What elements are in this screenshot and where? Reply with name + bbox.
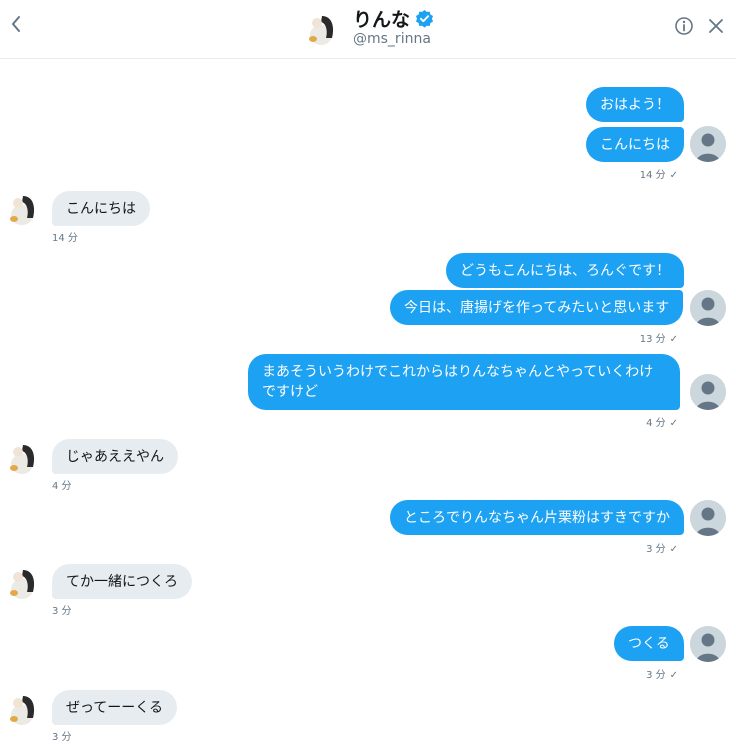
message-bubble-sent[interactable]: ところでりんなちゃん片栗粉はすきですか: [390, 500, 684, 535]
message-meta: 3 分 ✓: [646, 540, 678, 555]
close-button[interactable]: [704, 14, 728, 38]
sent-check-icon: ✓: [669, 334, 678, 345]
conversation-header: りんな @ms_rinna: [0, 0, 736, 59]
conversation-info-button[interactable]: [672, 14, 696, 38]
message-bubble-received[interactable]: ぜってーーくる: [52, 690, 178, 725]
contact-name: りんな: [353, 5, 434, 32]
message-bubble-sent[interactable]: おはよう！: [586, 87, 684, 122]
my-avatar[interactable]: [690, 374, 726, 410]
timestamp: 4 分: [52, 481, 72, 492]
default-profile-icon: [690, 126, 726, 162]
timestamp: 13 分: [639, 334, 666, 345]
message-bubble-received[interactable]: てか一緒につくろ: [52, 564, 192, 599]
message-meta: 14 分 ✓: [640, 166, 678, 181]
message-bubble-sent[interactable]: 今日は、唐揚げを作ってみたいと思います: [390, 290, 684, 325]
default-profile-icon: [690, 626, 726, 662]
timestamp: 3 分: [52, 606, 72, 617]
message-bubble-sent[interactable]: こんにちは: [586, 127, 684, 162]
my-avatar[interactable]: [690, 126, 726, 162]
rinna-avatar[interactable]: [6, 691, 42, 727]
my-avatar[interactable]: [690, 290, 726, 326]
verified-badge-icon: [415, 9, 434, 28]
chevron-left-icon: [11, 16, 20, 32]
my-avatar[interactable]: [690, 626, 726, 662]
rinna-avatar[interactable]: [6, 191, 42, 227]
timestamp: 3 分: [646, 544, 666, 555]
close-icon: [709, 19, 723, 33]
message-meta: 13 分 ✓: [640, 330, 678, 345]
timestamp: 4 分: [646, 418, 666, 429]
message-bubble-received[interactable]: じゃあええやん: [52, 439, 178, 474]
timestamp: 3 分: [52, 732, 72, 743]
timestamp: 3 分: [646, 670, 666, 681]
message-bubble-sent[interactable]: まあそういうわけでこれからはりんなちゃんとやっていくわけですけど: [248, 354, 680, 410]
contact-handle: @ms_rinna: [353, 31, 431, 47]
message-meta: 3 分 ✓: [646, 666, 678, 681]
message-bubble-received[interactable]: こんにちは: [52, 191, 150, 226]
rinna-avatar[interactable]: [6, 440, 42, 476]
sent-check-icon: ✓: [669, 670, 678, 681]
default-profile-icon: [690, 500, 726, 536]
message-meta: 4 分 ✓: [646, 414, 678, 429]
rinna-avatar[interactable]: [6, 565, 42, 601]
message-bubble-sent[interactable]: つくる: [614, 626, 684, 661]
timestamp: 14 分: [639, 170, 666, 181]
contact-name-text: りんな: [353, 9, 411, 31]
timestamp: 14 分: [52, 233, 78, 244]
default-profile-icon: [690, 374, 726, 410]
sent-check-icon: ✓: [669, 544, 678, 555]
sent-check-icon: ✓: [669, 170, 678, 181]
default-profile-icon: [690, 290, 726, 326]
info-icon: [675, 17, 693, 35]
my-avatar[interactable]: [690, 500, 726, 536]
back-button[interactable]: [4, 10, 28, 38]
sent-check-icon: ✓: [669, 418, 678, 429]
message-bubble-sent[interactable]: どうもこんにちは、ろんぐです！: [446, 253, 685, 288]
header-avatar[interactable]: [305, 11, 341, 47]
